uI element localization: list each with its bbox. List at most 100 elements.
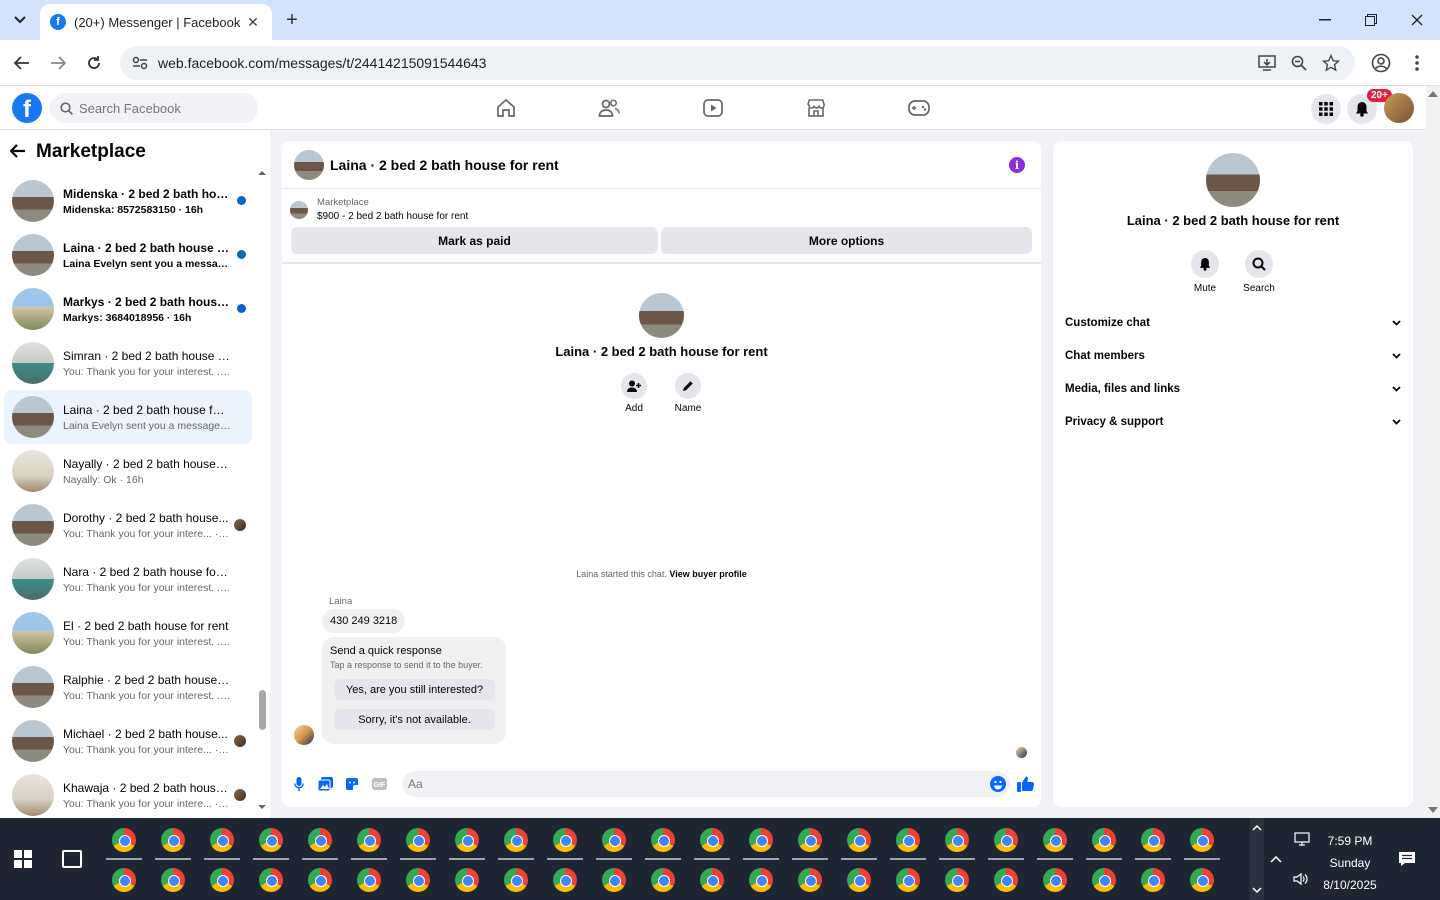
- add-people-button[interactable]: Add: [614, 373, 654, 414]
- chrome-app-icon[interactable]: [798, 868, 822, 892]
- chrome-app-icon[interactable]: [651, 828, 675, 852]
- taskbar-scroll[interactable]: [1250, 818, 1264, 900]
- chrome-app-icon[interactable]: [259, 868, 283, 892]
- chrome-app-icon[interactable]: [602, 868, 626, 892]
- info-icon[interactable]: i: [1009, 157, 1025, 173]
- gif-icon[interactable]: GIF: [371, 776, 387, 792]
- site-info-icon[interactable]: [130, 53, 150, 73]
- chrome-app-icon[interactable]: [210, 868, 234, 892]
- message-input[interactable]: [408, 777, 968, 791]
- tab-search-button[interactable]: [6, 8, 34, 32]
- chrome-app-icon[interactable]: [455, 868, 479, 892]
- conversation-item[interactable]: Dorothy · 2 bed 2 bath house... You: Than…: [4, 498, 252, 552]
- conversation-item[interactable]: Markys · 2 bed 2 bath house f... Markys: …: [4, 282, 252, 336]
- back-button[interactable]: [10, 51, 34, 75]
- conversation-scrollbar[interactable]: [258, 170, 266, 810]
- page-scrollbar[interactable]: [1426, 86, 1440, 818]
- chrome-app-icon[interactable]: [1092, 868, 1116, 892]
- chrome-app-icon[interactable]: [700, 868, 724, 892]
- chrome-app-icon[interactable]: [1141, 828, 1165, 852]
- close-tab-icon[interactable]: ✕: [244, 14, 262, 31]
- chrome-app-icon[interactable]: [945, 828, 969, 852]
- nav-friends[interactable]: [595, 94, 623, 122]
- chrome-app-icon[interactable]: [994, 868, 1018, 892]
- profile-icon[interactable]: [1370, 52, 1392, 74]
- address-bar[interactable]: web.facebook.com/messages/t/244142150915…: [120, 46, 1355, 80]
- chrome-app-icon[interactable]: [847, 868, 871, 892]
- mute-button[interactable]: Mute: [1185, 250, 1225, 294]
- message-input-wrapper[interactable]: [402, 771, 1010, 797]
- quick-response-still-interested[interactable]: Yes, are you still interested?: [334, 679, 495, 700]
- chrome-app-icon[interactable]: [553, 828, 577, 852]
- chat-members-section[interactable]: Chat members: [1065, 344, 1401, 368]
- network-icon[interactable]: [1294, 832, 1310, 849]
- conversation-item[interactable]: Nara · 2 bed 2 bath house for r... You: T…: [4, 552, 252, 606]
- sticker-icon[interactable]: [344, 776, 360, 792]
- forward-button[interactable]: [46, 51, 70, 75]
- chrome-app-icon[interactable]: [406, 868, 430, 892]
- conversation-item[interactable]: El · 2 bed 2 bath house for rent You: Tha…: [4, 606, 252, 660]
- bookmark-star-icon[interactable]: [1320, 52, 1342, 74]
- scrollbar-thumb[interactable]: [259, 690, 266, 730]
- chat-thumbnail[interactable]: [294, 149, 324, 180]
- reload-button[interactable]: [82, 51, 106, 75]
- show-hidden-icons[interactable]: [1270, 850, 1282, 866]
- media-files-links-section[interactable]: Media, files and links: [1065, 377, 1401, 401]
- chrome-app-icon[interactable]: [504, 868, 528, 892]
- chrome-app-icon[interactable]: [749, 868, 773, 892]
- privacy-support-section[interactable]: Privacy & support: [1065, 410, 1401, 434]
- buyer-avatar[interactable]: [294, 725, 314, 745]
- menu-button[interactable]: [1311, 94, 1341, 124]
- quick-response-not-available[interactable]: Sorry, it's not available.: [334, 709, 495, 730]
- photo-icon[interactable]: [317, 776, 333, 792]
- minimize-button[interactable]: [1302, 8, 1348, 32]
- search-in-chat-button[interactable]: Search: [1239, 250, 1279, 294]
- more-options-button[interactable]: More options: [661, 227, 1032, 254]
- chrome-app-icon[interactable]: [896, 868, 920, 892]
- chrome-app-icon[interactable]: [1092, 828, 1116, 852]
- facebook-search[interactable]: [50, 93, 258, 123]
- chrome-app-icon[interactable]: [553, 868, 577, 892]
- chrome-app-icon[interactable]: [406, 828, 430, 852]
- back-arrow-icon[interactable]: [9, 141, 26, 164]
- new-tab-button[interactable]: +: [280, 8, 304, 32]
- facebook-search-input[interactable]: [79, 100, 249, 116]
- windows-start-icon[interactable]: [14, 850, 32, 868]
- name-chat-button[interactable]: Name: [668, 373, 708, 414]
- conversation-item[interactable]: Laina · 2 bed 2 bath house for... Laina E…: [4, 228, 252, 282]
- facebook-logo[interactable]: f: [12, 93, 42, 123]
- chrome-app-icon[interactable]: [161, 828, 185, 852]
- mark-as-paid-button[interactable]: Mark as paid: [291, 227, 658, 254]
- nav-gaming[interactable]: [905, 94, 933, 122]
- listing-info[interactable]: Marketplace $900 - 2 bed 2 bath house fo…: [290, 197, 468, 222]
- chrome-app-icon[interactable]: [504, 828, 528, 852]
- conversation-item[interactable]: Laina · 2 bed 2 bath house for r... Laina…: [4, 390, 252, 444]
- chrome-app-icon[interactable]: [308, 868, 332, 892]
- conversation-item[interactable]: Midenska · 2 bed 2 bath hous... Midenska:…: [4, 174, 252, 228]
- message-bubble[interactable]: 430 249 3218: [322, 609, 406, 633]
- chrome-app-icon[interactable]: [1141, 868, 1165, 892]
- microphone-icon[interactable]: [291, 776, 307, 792]
- chrome-app-icon[interactable]: [112, 828, 136, 852]
- nav-home[interactable]: [492, 94, 520, 122]
- chrome-app-icon[interactable]: [945, 868, 969, 892]
- chrome-app-icon[interactable]: [357, 828, 381, 852]
- chrome-app-icon[interactable]: [798, 828, 822, 852]
- task-view-icon[interactable]: [62, 850, 82, 868]
- conversation-item[interactable]: Michael · 2 bed 2 bath house... You: Than…: [4, 714, 252, 768]
- chrome-app-icon[interactable]: [308, 828, 332, 852]
- account-avatar[interactable]: [1384, 93, 1414, 123]
- chrome-app-icon[interactable]: [455, 828, 479, 852]
- conversation-item[interactable]: Nayally · 2 bed 2 bath house fo... Nayall…: [4, 444, 252, 498]
- chrome-app-icon[interactable]: [210, 828, 234, 852]
- chrome-app-icon[interactable]: [259, 828, 283, 852]
- chrome-app-icon[interactable]: [112, 868, 136, 892]
- chrome-app-icon[interactable]: [994, 828, 1018, 852]
- view-buyer-profile-link[interactable]: View buyer profile: [669, 569, 746, 579]
- zoom-icon[interactable]: [1288, 52, 1310, 74]
- chrome-app-icon[interactable]: [1043, 868, 1067, 892]
- browser-menu-icon[interactable]: [1406, 52, 1428, 74]
- close-window-button[interactable]: [1394, 8, 1440, 32]
- browser-tab[interactable]: f (20+) Messenger | Facebook ✕: [40, 4, 272, 40]
- chrome-app-icon[interactable]: [161, 868, 185, 892]
